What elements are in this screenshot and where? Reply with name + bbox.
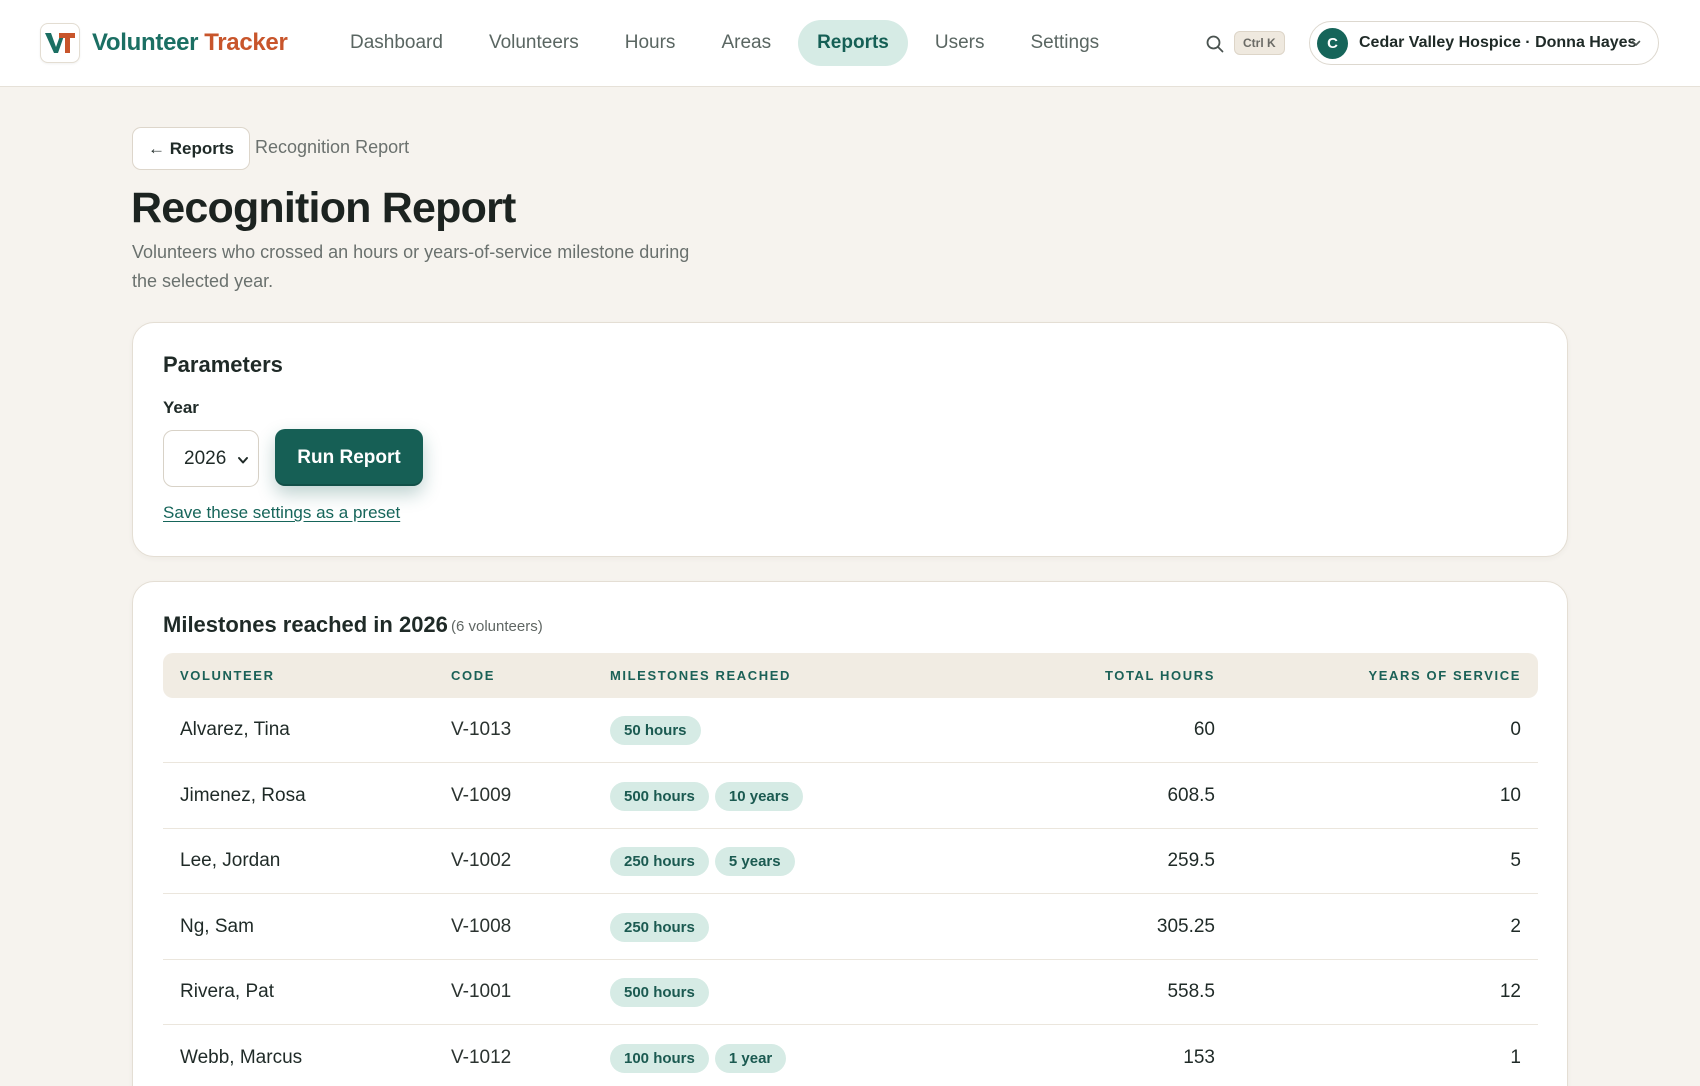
col-volunteer[interactable]: Volunteer [180, 668, 275, 683]
table-row[interactable]: Ng, Sam V-1008 250 hours 305.25 2 [163, 895, 1538, 960]
milestone-badge: 250 hours [610, 912, 709, 942]
volunteer-code: V-1001 [451, 981, 512, 1002]
total-hours: 259.5 [1167, 850, 1215, 871]
table-row[interactable]: Rivera, Pat V-1001 500 hours 558.5 12 [163, 960, 1538, 1025]
year-select[interactable]: 2026 [163, 430, 259, 487]
years-of-service: 0 [1510, 719, 1521, 740]
years-of-service: 12 [1499, 981, 1521, 1002]
table-row[interactable]: Webb, Marcus V-1012 100 hours 1 year 153 1 [163, 1026, 1538, 1086]
col-milestones[interactable]: Milestones Reached [610, 668, 791, 683]
org-user-label: Cedar Valley Hospice · Donna Hayes [1359, 34, 1637, 51]
brand-name: Volunteer Tracker [92, 29, 288, 57]
chevron-down-icon [238, 457, 248, 464]
volunteer-name: Webb, Marcus [180, 1046, 303, 1068]
milestone-badge: 10 years [714, 781, 803, 811]
brand[interactable]: Volunteer Tracker [40, 22, 288, 64]
save-preset-link[interactable]: Save these settings as a preset [163, 503, 400, 523]
back-to-reports-button[interactable]: ← Reports [132, 127, 250, 170]
table-header: Volunteer Code Milestones Reached Total … [163, 653, 1538, 698]
nav-reports[interactable]: Reports [798, 20, 908, 66]
milestone-badge: 250 hours [610, 847, 709, 876]
milestone-badges: 500 hours 10 years [610, 781, 809, 811]
run-report-button[interactable]: Run Report [275, 429, 423, 486]
milestone-badge: 500 hours [610, 978, 709, 1007]
page-subtitle: Volunteers who crossed an hours or years… [132, 242, 690, 291]
avatar: C [1317, 27, 1348, 59]
years-of-service: 10 [1499, 784, 1521, 806]
search-shortcut-hint: Ctrl K [1234, 31, 1285, 55]
nav-volunteers[interactable]: Volunteers [470, 20, 598, 66]
table-row[interactable]: Alvarez, Tina V-1013 50 hours 60 0 [163, 698, 1538, 763]
results-title: Milestones reached in 2026 [163, 612, 448, 637]
milestone-badges: 250 hours [610, 912, 715, 942]
volunteer-name: Jimenez, Rosa [180, 784, 306, 806]
total-hours: 608.5 [1167, 784, 1215, 806]
nav-users[interactable]: Users [916, 20, 1004, 66]
brand-name-tracker: Tracker [204, 29, 288, 56]
total-hours: 60 [1193, 719, 1215, 740]
nav-areas[interactable]: Areas [702, 20, 790, 66]
org-user-switcher[interactable]: C Cedar Valley Hospice · Donna Hayes [1309, 21, 1659, 65]
nav-hours[interactable]: Hours [606, 20, 695, 66]
milestone-badges: 100 hours 1 year [610, 1043, 792, 1073]
brand-name-volunteer: Volunteer [92, 29, 199, 56]
volunteer-code: V-1013 [451, 719, 512, 740]
nav-dashboard[interactable]: Dashboard [331, 20, 462, 66]
results-count: (6 volunteers) [451, 618, 543, 635]
chevron-down-icon [1631, 40, 1641, 46]
col-total-hours[interactable]: Total Hours [1105, 668, 1215, 683]
years-of-service: 1 [1510, 1046, 1521, 1068]
page-title: Recognition Report [131, 184, 516, 232]
milestone-badge: 50 hours [610, 716, 701, 745]
volunteer-code: V-1008 [451, 915, 512, 937]
milestone-badge: 100 hours [610, 1043, 709, 1073]
breadcrumb: Recognition Report [255, 137, 410, 157]
col-years-of-service[interactable]: Years of Service [1368, 668, 1521, 683]
milestone-badges: 50 hours [610, 716, 707, 745]
table-row[interactable]: Jimenez, Rosa V-1009 500 hours 10 years 608.… [163, 764, 1538, 829]
parameters-card: Parameters Year 2026 Run Report Save the… [132, 322, 1568, 557]
volunteer-name: Rivera, Pat [180, 981, 274, 1002]
volunteer-name: Ng, Sam [180, 915, 254, 937]
search-icon[interactable] [1204, 33, 1226, 55]
volunteer-name: Lee, Jordan [180, 850, 281, 871]
milestone-badges: 500 hours [610, 978, 715, 1007]
volunteer-code: V-1012 [451, 1046, 512, 1068]
total-hours: 558.5 [1167, 981, 1215, 1002]
top-navbar: Volunteer Tracker Dashboard Volunteers Ho… [0, 0, 1700, 87]
volunteer-code: V-1002 [451, 850, 512, 871]
nav-settings[interactable]: Settings [1012, 20, 1119, 66]
milestone-badge: 500 hours [610, 781, 709, 811]
years-of-service: 5 [1510, 850, 1521, 871]
milestone-badges: 250 hours 5 years [610, 847, 801, 876]
results-card: Milestones reached in 2026 (6 volunteers… [132, 581, 1568, 1086]
volunteer-name: Alvarez, Tina [180, 719, 290, 740]
year-select-value: 2026 [184, 447, 227, 469]
milestone-badge: 1 year [714, 1043, 787, 1073]
col-code[interactable]: Code [451, 668, 495, 683]
total-hours: 305.25 [1156, 915, 1215, 937]
milestone-badge: 5 years [714, 847, 795, 876]
year-label: Year [163, 398, 199, 417]
total-hours: 153 [1183, 1046, 1215, 1068]
main-nav: Dashboard Volunteers Hours Areas Reports… [331, 20, 1126, 66]
years-of-service: 2 [1510, 915, 1521, 937]
parameters-title: Parameters [163, 352, 283, 377]
volunteer-code: V-1009 [451, 784, 512, 806]
table-row[interactable]: Lee, Jordan V-1002 250 hours 5 years 259.5 5 [163, 829, 1538, 894]
app-logo-icon [40, 23, 80, 63]
